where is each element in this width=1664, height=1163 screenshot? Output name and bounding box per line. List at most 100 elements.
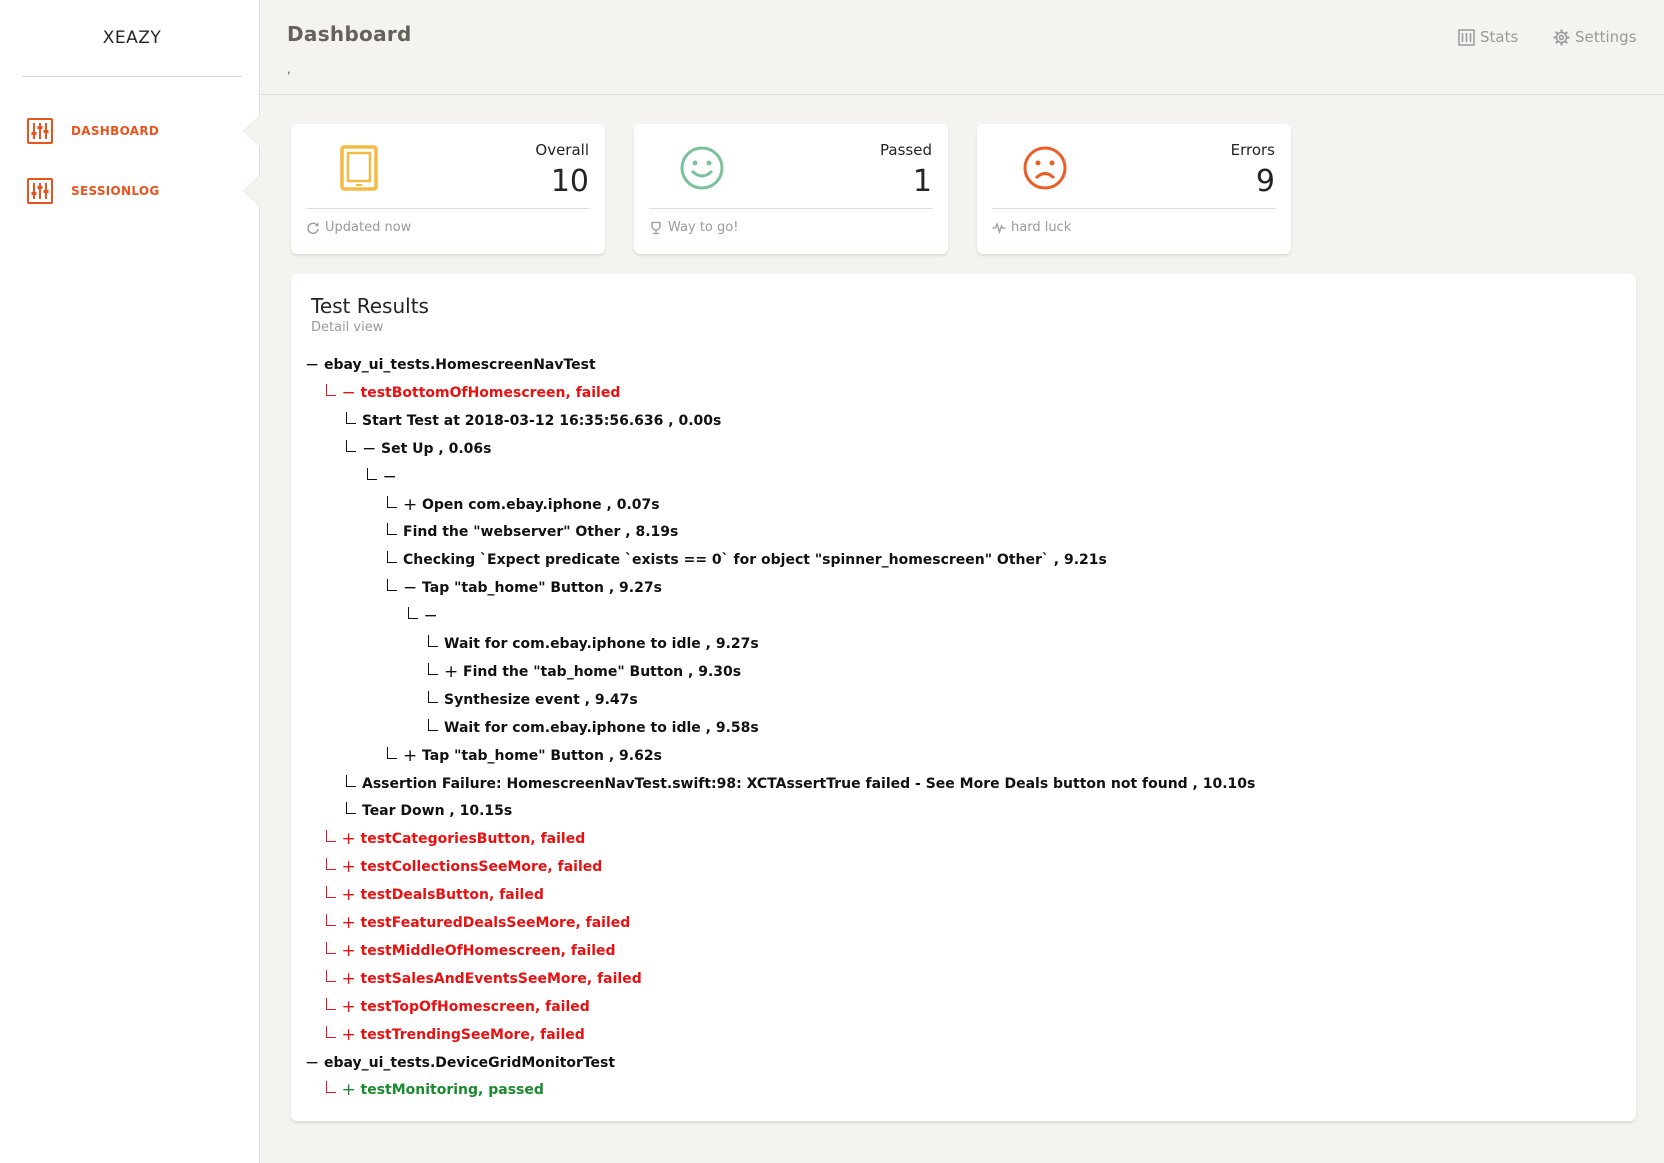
tree-row[interactable]: + Find the "tab_home" Button , 9.30s bbox=[428, 661, 741, 683]
expand-icon[interactable]: + bbox=[342, 1024, 356, 1046]
collapse-icon[interactable]: − bbox=[305, 1052, 319, 1074]
tree-elbow bbox=[325, 941, 336, 954]
tree-row-label: testDealsButton, failed bbox=[360, 887, 544, 904]
divider bbox=[992, 208, 1276, 209]
collapse-icon[interactable]: − bbox=[383, 466, 397, 488]
stat-label: Errors bbox=[1230, 141, 1275, 159]
tree-elbow bbox=[325, 969, 336, 982]
tree-elbow bbox=[387, 523, 397, 536]
brand-logo[interactable]: XEAZY bbox=[22, 0, 242, 77]
tree-row[interactable]: + testTrendingSeeMore, failed bbox=[325, 1024, 585, 1046]
expand-icon[interactable]: + bbox=[342, 1079, 356, 1101]
stat-footer: Way to go! bbox=[649, 220, 738, 235]
tree-elbow bbox=[407, 607, 418, 620]
sliders-icon bbox=[27, 178, 53, 204]
tree-row[interactable]: − Tap "tab_home" Button , 9.27s bbox=[387, 577, 662, 599]
tree-row-label: testCategoriesButton, failed bbox=[360, 831, 586, 848]
expand-icon[interactable]: + bbox=[342, 856, 356, 878]
tree-row[interactable]: − testBottomOfHomescreen, failed bbox=[325, 382, 621, 404]
collapse-icon[interactable]: − bbox=[403, 577, 417, 599]
stat-label: Passed bbox=[880, 141, 932, 159]
settings-link-label: Settings bbox=[1575, 28, 1637, 46]
expand-icon[interactable]: + bbox=[403, 745, 417, 767]
settings-link[interactable]: Settings bbox=[1553, 28, 1637, 46]
tree-row[interactable]: − ebay_ui_tests.DeviceGridMonitorTest bbox=[305, 1052, 615, 1074]
tree-row-label: Find the "webserver" Other , 8.19s bbox=[403, 524, 679, 541]
tree-row[interactable]: Tear Down , 10.15s bbox=[346, 800, 512, 822]
tree-row[interactable]: + testTopOfHomescreen, failed bbox=[325, 996, 590, 1018]
collapse-icon[interactable]: − bbox=[342, 382, 356, 404]
tree-elbow bbox=[325, 858, 336, 871]
stat-value: 10 bbox=[550, 164, 589, 199]
refresh-icon bbox=[307, 222, 319, 234]
tree-row[interactable]: + Tap "tab_home" Button , 9.62s bbox=[387, 745, 662, 767]
tree-row[interactable]: − ebay_ui_tests.HomescreenNavTest bbox=[305, 354, 596, 376]
tree-row-label: Tap "tab_home" Button , 9.27s bbox=[422, 580, 662, 597]
tree-row[interactable]: Wait for com.ebay.iphone to idle , 9.27s bbox=[428, 633, 759, 655]
expand-icon[interactable]: + bbox=[342, 940, 356, 962]
sidebar: XEAZY DASHBOARD SESSIONLOG bbox=[0, 0, 260, 1163]
tree-row[interactable]: + Open com.ebay.iphone , 0.07s bbox=[387, 494, 660, 516]
tree-row-label: testMiddleOfHomescreen, failed bbox=[360, 942, 616, 959]
expand-icon[interactable]: + bbox=[444, 661, 458, 683]
tree-row[interactable]: − Set Up , 0.06s bbox=[346, 438, 491, 460]
tree-row[interactable]: Start Test at 2018-03-12 16:35:56.636 , … bbox=[346, 410, 721, 432]
trophy-icon bbox=[651, 221, 661, 234]
tree-row-label: Checking `Expect predicate `exists == 0`… bbox=[403, 552, 1107, 569]
expand-icon[interactable]: + bbox=[342, 828, 356, 850]
expand-icon[interactable]: + bbox=[342, 884, 356, 906]
tree-row[interactable]: + testFeaturedDealsSeeMore, failed bbox=[325, 912, 630, 934]
sliders-icon bbox=[27, 118, 53, 144]
stat-value: 1 bbox=[912, 164, 932, 199]
tree-row[interactable]: Find the "webserver" Other , 8.19s bbox=[387, 521, 678, 543]
tree-row[interactable]: + testDealsButton, failed bbox=[325, 884, 544, 906]
tree-row-label: Tear Down , 10.15s bbox=[362, 803, 513, 820]
tree-elbow bbox=[387, 551, 397, 564]
tree-row[interactable]: + testMonitoring, passed bbox=[325, 1079, 544, 1101]
tree-row[interactable]: − bbox=[366, 466, 402, 488]
gear-icon bbox=[1553, 29, 1570, 45]
collapse-icon[interactable]: − bbox=[362, 438, 376, 460]
tree-row-label: testTrendingSeeMore, failed bbox=[360, 1026, 585, 1043]
expand-icon[interactable]: + bbox=[342, 968, 356, 990]
expand-icon[interactable]: + bbox=[342, 996, 356, 1018]
tree-row-label: ebay_ui_tests.DeviceGridMonitorTest bbox=[324, 1054, 616, 1071]
sidebar-item-label: DASHBOARD bbox=[71, 124, 160, 138]
tree-row-label: testSalesAndEventsSeeMore, failed bbox=[360, 970, 642, 987]
expand-icon[interactable]: + bbox=[342, 912, 356, 934]
tree-elbow bbox=[346, 774, 356, 787]
tree-row[interactable]: + testCategoriesButton, failed bbox=[325, 828, 586, 850]
stats-icon bbox=[1458, 28, 1475, 46]
tree-row-label: Wait for com.ebay.iphone to idle , 9.27s bbox=[444, 636, 759, 652]
tree-row[interactable]: Synthesize event , 9.47s bbox=[428, 689, 638, 711]
sidebar-item-sessionlog[interactable]: SESSIONLOG bbox=[27, 177, 227, 205]
tree-row-label: testCollectionsSeeMore, failed bbox=[360, 859, 603, 876]
tree-elbow bbox=[346, 411, 356, 424]
stat-label: Overall bbox=[535, 141, 589, 159]
tree-row[interactable]: − bbox=[407, 605, 443, 627]
sidebar-item-dashboard[interactable]: DASHBOARD bbox=[27, 117, 227, 145]
tree-row-label: testTopOfHomescreen, failed bbox=[360, 998, 590, 1015]
tree-row[interactable]: + testMiddleOfHomescreen, failed bbox=[325, 940, 616, 962]
tree-row[interactable]: Wait for com.ebay.iphone to idle , 9.58s bbox=[428, 717, 759, 739]
stat-card-overall: Overall 10 Updated now bbox=[291, 124, 605, 254]
stats-link[interactable]: Stats bbox=[1458, 28, 1518, 46]
expand-icon[interactable]: + bbox=[403, 494, 417, 516]
collapse-icon[interactable]: − bbox=[424, 605, 438, 627]
tree-row[interactable]: + testSalesAndEventsSeeMore, failed bbox=[325, 968, 642, 990]
tree-row[interactable]: + testCollectionsSeeMore, failed bbox=[325, 856, 603, 878]
collapse-icon[interactable]: − bbox=[305, 354, 319, 376]
active-caret bbox=[244, 176, 260, 206]
tree-row-label: ebay_ui_tests.HomescreenNavTest bbox=[324, 357, 596, 373]
frown-icon bbox=[1021, 144, 1069, 192]
smile-icon bbox=[678, 144, 726, 192]
divider bbox=[649, 208, 933, 209]
tree-row-label: testBottomOfHomescreen, failed bbox=[360, 384, 621, 401]
tree-row[interactable]: Checking `Expect predicate `exists == 0`… bbox=[387, 549, 1107, 571]
tablet-icon bbox=[335, 144, 383, 192]
tree-row-label: Start Test at 2018-03-12 16:35:56.636 , … bbox=[362, 412, 722, 429]
tree-row-label: Tap "tab_home" Button , 9.62s bbox=[422, 747, 662, 764]
sidebar-item-label: SESSIONLOG bbox=[71, 184, 160, 198]
tree-row[interactable]: Assertion Failure: HomescreenNavTest.swi… bbox=[346, 773, 1255, 795]
stat-footer-text: Way to go! bbox=[668, 220, 739, 235]
